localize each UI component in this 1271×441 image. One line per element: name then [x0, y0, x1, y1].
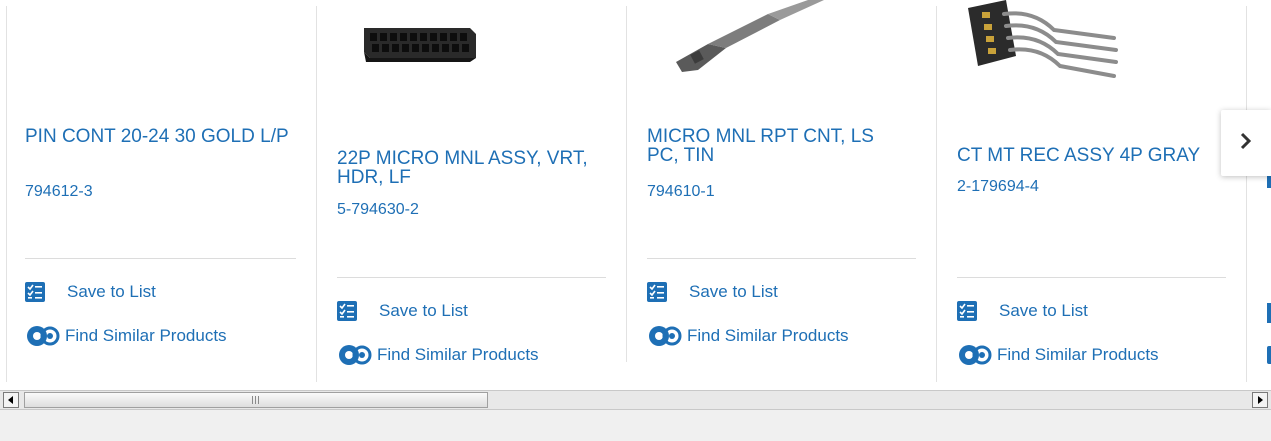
card-rule [337, 277, 606, 278]
product-title[interactable]: PIN CONT 20-24 30 GOLD L/P [25, 127, 295, 146]
product-image-header-connector[interactable] [360, 18, 480, 83]
scrollbar-grip [252, 396, 260, 404]
find-similar-label: Find Similar Products [377, 345, 539, 364]
checklist-icon [647, 282, 667, 302]
product-title[interactable]: CT MT REC ASSY 4P GRAY [957, 146, 1237, 165]
partial-gear-icon [1267, 346, 1271, 364]
triangle-left-icon [7, 391, 15, 409]
product-title[interactable]: MICRO MNL RPT CNT, LS PC, TIN [647, 127, 907, 165]
gear-cluster-icon [335, 343, 373, 367]
checklist-icon [957, 301, 977, 321]
product-card: 22P MICRO MNL ASSY, VRT, HDR, LF 5-79463… [316, 0, 626, 382]
chevron-right-icon [1239, 131, 1253, 156]
save-to-list-button[interactable]: Save to List [647, 282, 778, 302]
product-card-partial [1246, 0, 1271, 382]
product-title[interactable]: 22P MICRO MNL ASSY, VRT, HDR, LF [337, 149, 597, 187]
find-similar-button[interactable]: Find Similar Products [23, 324, 227, 348]
card-rule [25, 258, 296, 259]
save-to-list-button[interactable]: Save to List [25, 282, 156, 302]
page-background [0, 410, 1271, 441]
find-similar-label: Find Similar Products [997, 345, 1159, 364]
partial-save-icon [1267, 303, 1271, 323]
save-to-list-label: Save to List [379, 301, 468, 320]
product-carousel: PIN CONT 20-24 30 GOLD L/P 794612-3 Save… [0, 0, 1271, 390]
part-number[interactable]: 794610-1 [647, 183, 715, 201]
find-similar-button[interactable]: Find Similar Products [335, 343, 539, 367]
save-to-list-label: Save to List [999, 301, 1088, 320]
save-to-list-label: Save to List [689, 282, 778, 301]
part-number[interactable]: 2-179694-4 [957, 178, 1039, 196]
checklist-icon [337, 301, 357, 321]
triangle-right-icon [1256, 391, 1264, 409]
horizontal-scrollbar[interactable] [0, 390, 1271, 410]
find-similar-label: Find Similar Products [65, 326, 227, 345]
scroll-left-button[interactable] [3, 392, 19, 408]
scrollbar-thumb[interactable] [24, 392, 488, 408]
checklist-icon [25, 282, 45, 302]
gear-cluster-icon [23, 324, 61, 348]
gear-cluster-icon [645, 324, 683, 348]
product-card: MICRO MNL RPT CNT, LS PC, TIN 794610-1 S… [626, 0, 936, 382]
find-similar-button[interactable]: Find Similar Products [955, 343, 1159, 367]
save-to-list-button[interactable]: Save to List [337, 301, 468, 321]
part-number[interactable]: 794612-3 [25, 183, 93, 201]
scroll-right-button[interactable] [1252, 392, 1268, 408]
gear-cluster-icon [955, 343, 993, 367]
card-rule [957, 277, 1226, 278]
card-rule [647, 258, 916, 259]
find-similar-label: Find Similar Products [687, 326, 849, 345]
save-to-list-button[interactable]: Save to List [957, 301, 1088, 321]
product-image-receptacle-assembly[interactable] [964, 0, 1124, 95]
part-number[interactable]: 5-794630-2 [337, 201, 419, 219]
product-card: CT MT REC ASSY 4P GRAY 2-179694-4 Save t… [936, 0, 1246, 382]
product-card: PIN CONT 20-24 30 GOLD L/P 794612-3 Save… [6, 0, 316, 382]
find-similar-button[interactable]: Find Similar Products [645, 324, 849, 348]
product-image-crimp-contact[interactable] [668, 0, 828, 85]
save-to-list-label: Save to List [67, 282, 156, 301]
carousel-next-button[interactable] [1221, 110, 1271, 176]
